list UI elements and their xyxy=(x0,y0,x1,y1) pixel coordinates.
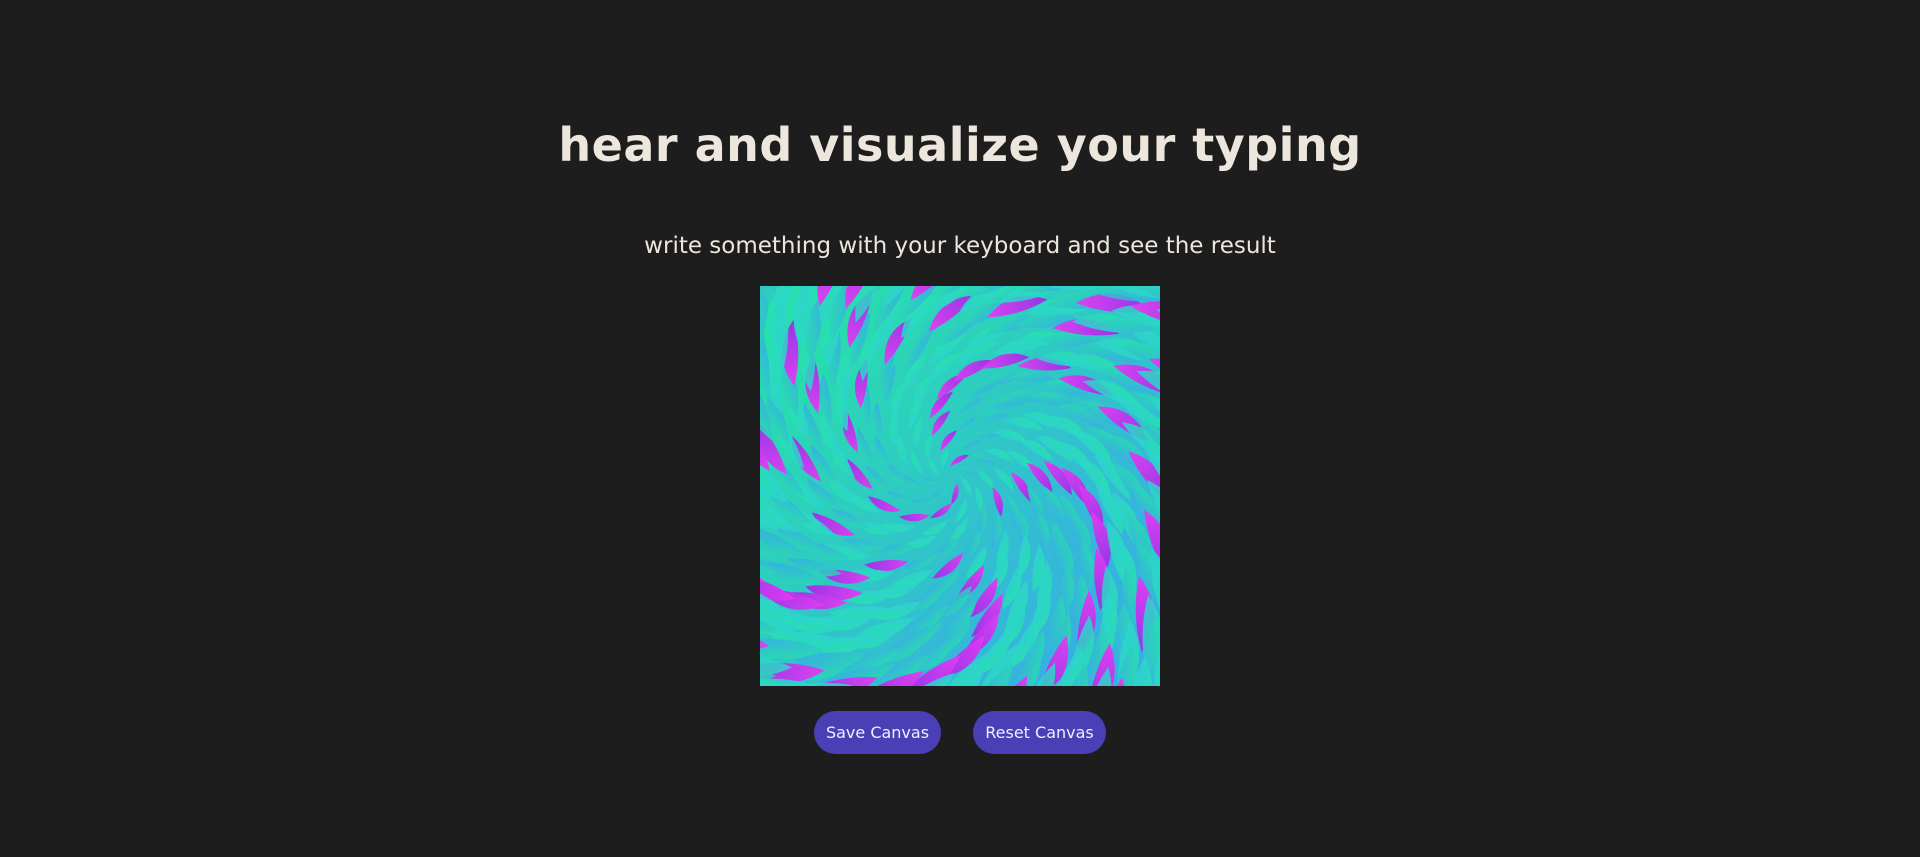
page-title: hear and visualize your typing xyxy=(558,118,1362,172)
drawing-canvas[interactable] xyxy=(760,286,1160,686)
save-canvas-button[interactable]: Save Canvas xyxy=(814,711,941,754)
page: hear and visualize your typing write som… xyxy=(0,0,1920,857)
spiral-artwork xyxy=(760,286,1160,686)
page-subtitle: write something with your keyboard and s… xyxy=(644,233,1276,259)
reset-canvas-button[interactable]: Reset Canvas xyxy=(973,711,1106,754)
